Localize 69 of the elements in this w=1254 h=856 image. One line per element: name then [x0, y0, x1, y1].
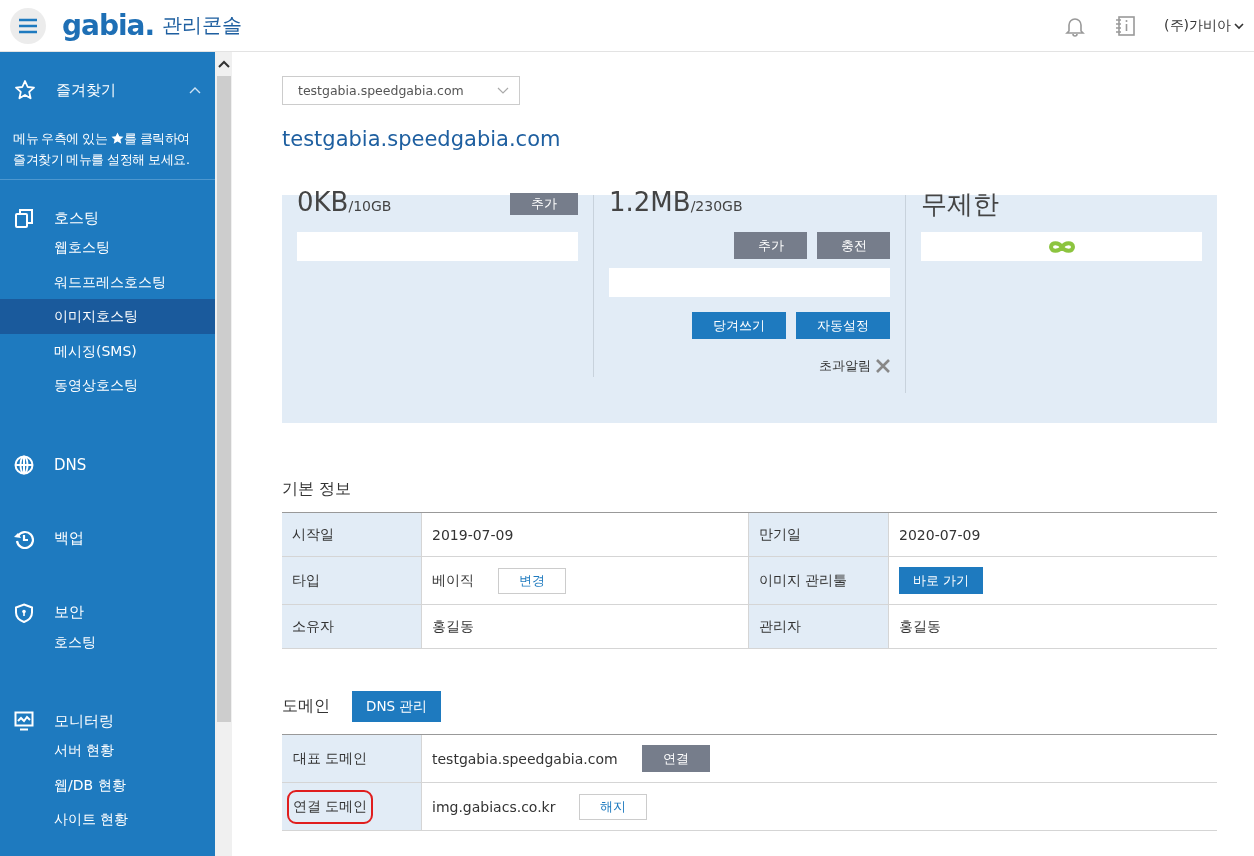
history-icon — [14, 528, 34, 549]
menu-item[interactable]: 서버 현황 — [0, 733, 215, 768]
table-button[interactable]: 바로 가기 — [899, 567, 984, 594]
menu-item[interactable]: 이미지호스팅 — [0, 299, 215, 334]
site-dropdown[interactable]: testgabia.speedgabia.com — [282, 76, 520, 105]
menu-item[interactable]: 호스팅 — [0, 624, 215, 659]
section-title: 도메인 — [282, 696, 330, 717]
table-label: 관리자 — [749, 605, 889, 649]
table-label: 시작일 — [282, 513, 422, 557]
app-title: 관리콘솔 — [162, 12, 243, 39]
logo[interactable]: gabia. — [62, 9, 155, 42]
globe-icon — [14, 454, 34, 475]
star-icon — [110, 132, 124, 144]
table-value: 베이직 — [432, 571, 474, 590]
table-label: 타입 — [282, 557, 422, 605]
table-button[interactable]: 변경 — [498, 567, 566, 594]
menu-group[interactable]: 백업 — [0, 526, 215, 551]
usage-amount: 1.2MB/230GB — [609, 187, 743, 217]
table-value: img.gabiacs.co.kr — [432, 798, 556, 815]
menu-group[interactable]: DNS — [0, 452, 215, 477]
info-button[interactable] — [1114, 14, 1137, 37]
action-button[interactable]: 자동설정 — [796, 312, 890, 339]
usage-amount: 무제한 — [921, 188, 999, 221]
table-label: 소유자 — [282, 605, 422, 649]
star-icon — [14, 79, 36, 101]
alert-label: 초과알림 — [819, 357, 871, 375]
table-value: testgabia.speedgabia.com — [432, 750, 618, 767]
table-value: 홍길동 — [899, 617, 941, 636]
menu-icon — [18, 17, 38, 34]
infinity-icon — [1047, 239, 1076, 254]
usage-amount: 0KB/10GB — [297, 187, 392, 217]
shield-icon — [14, 602, 34, 623]
menu-item[interactable]: 메시징(SMS) — [0, 333, 215, 368]
windows-icon — [14, 208, 34, 228]
chevron-down-icon — [1234, 21, 1244, 30]
favorites-header[interactable]: 즐겨찾기 — [0, 52, 215, 128]
page-title: testgabia.speedgabia.com — [282, 127, 562, 151]
table-label: 만기일 — [749, 513, 889, 557]
table-value: 2020-07-09 — [899, 526, 981, 543]
close-icon — [876, 359, 890, 373]
section-title: 기본 정보 — [282, 479, 353, 500]
monitor-icon — [14, 711, 34, 731]
chevron-down-icon — [497, 86, 509, 95]
chevron-up-icon — [217, 60, 230, 68]
action-button[interactable]: 추가 — [734, 232, 807, 259]
user-menu[interactable]: (주)가비아 — [1164, 16, 1244, 35]
menu-item[interactable]: 사이트 현황 — [0, 802, 215, 837]
menu-button[interactable] — [10, 7, 46, 44]
table-value: 홍길동 — [432, 617, 474, 636]
menu-item[interactable]: 워드프레스호스팅 — [0, 264, 215, 299]
menu-group[interactable]: 모니터링 — [0, 709, 215, 733]
dns-button[interactable]: DNS 관리 — [352, 691, 442, 722]
table-button[interactable]: 해지 — [579, 793, 648, 820]
table-label: 이미지 관리툴 — [749, 557, 889, 605]
table-label: 연결 도메인 — [287, 789, 374, 824]
table-button[interactable]: 연결 — [641, 745, 710, 772]
menu-group[interactable]: 보안 — [0, 600, 215, 625]
action-button[interactable]: 충전 — [817, 232, 890, 259]
scrollbar-thumb[interactable] — [217, 76, 231, 722]
action-button[interactable]: 당겨쓰기 — [692, 312, 786, 339]
table-value: 2019-07-09 — [432, 526, 514, 543]
menu-group[interactable]: 호스팅 — [0, 206, 215, 230]
table-label: 대표 도메인 — [292, 748, 369, 768]
menu-item[interactable]: 웹호스팅 — [0, 230, 215, 265]
menu-item[interactable]: 웹/DB 현황 — [0, 767, 215, 802]
notebook-info-icon — [1114, 14, 1137, 37]
add-button[interactable]: 추가 — [510, 193, 578, 215]
menu-item[interactable]: 동영상호스팅 — [0, 368, 215, 403]
close-button[interactable] — [876, 359, 890, 373]
